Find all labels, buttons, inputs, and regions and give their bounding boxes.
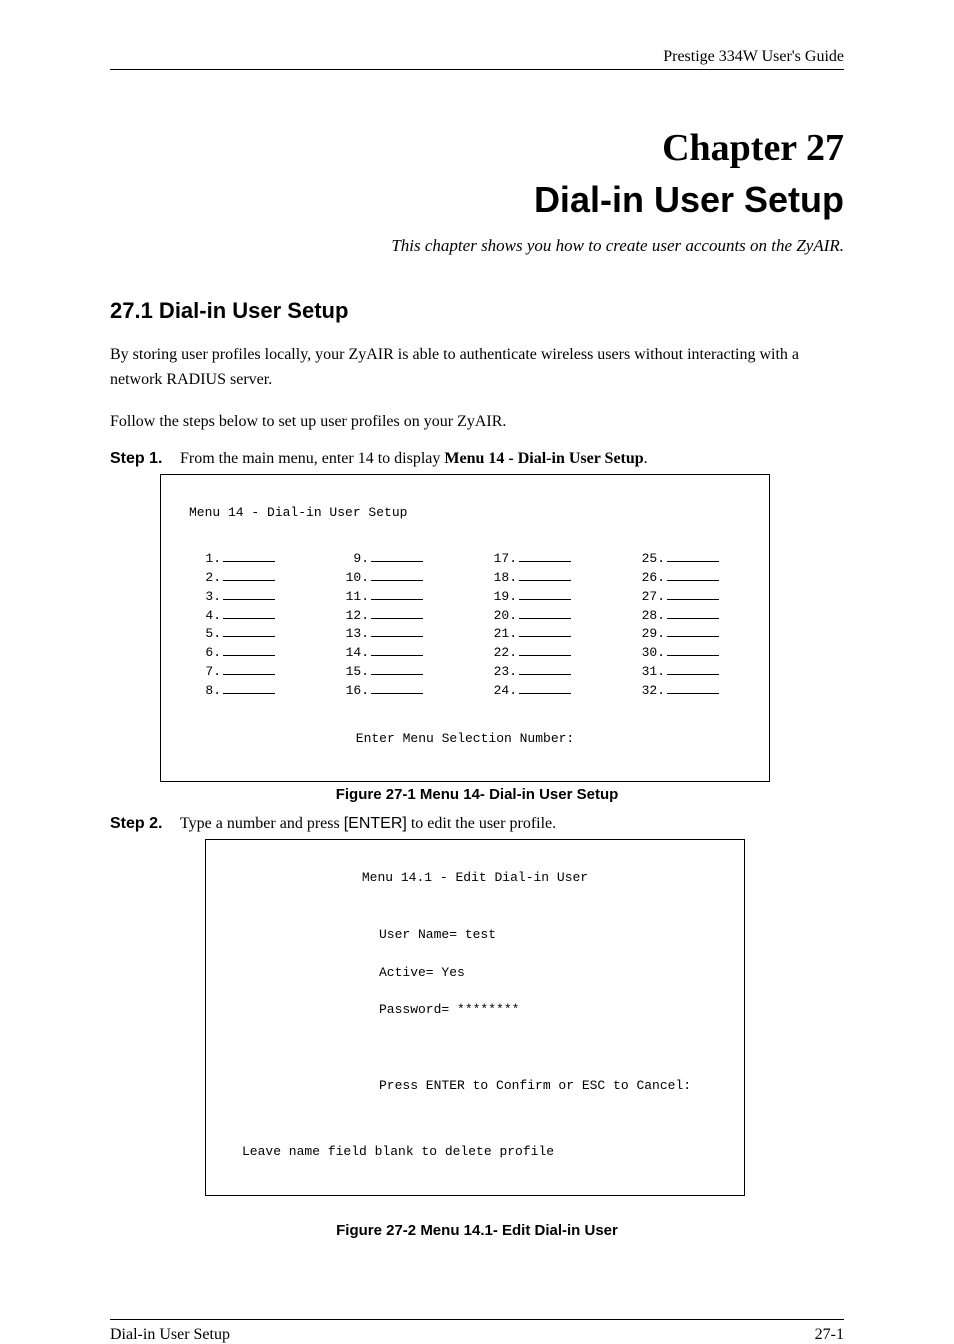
- figure-1-entry: 17.: [493, 550, 571, 569]
- figure-1-entry: 23.: [493, 663, 571, 682]
- step-2-label: Step 2.: [110, 815, 180, 833]
- figure-1-entry: 31.: [641, 663, 719, 682]
- figure-1-entry: 11.: [345, 588, 423, 607]
- step-2-enter: [ENTER]: [344, 815, 407, 832]
- step-1-text: From the main menu, enter 14 to display …: [180, 450, 844, 468]
- chapter-description: This chapter shows you how to create use…: [110, 236, 844, 256]
- step-2-prefix: Type a number and press: [180, 815, 344, 832]
- figure-1-entry: 15.: [345, 663, 423, 682]
- figure-1-entry: 20.: [493, 606, 571, 625]
- figure-2-username-row: User Name= test: [379, 926, 726, 945]
- figure-1-prompt: Enter Menu Selection Number:: [179, 730, 751, 749]
- figure-1-entry: 1.: [197, 550, 275, 569]
- figure-1-entry: 16.: [345, 682, 423, 701]
- figure-1-entry: 4.: [197, 606, 275, 625]
- step-2: Step 2. Type a number and press [ENTER] …: [110, 815, 844, 833]
- header-guide-name: Prestige 334W User's Guide: [110, 48, 844, 69]
- username-label: User Name=: [379, 927, 457, 942]
- footer-left: Dial-in User Setup: [110, 1326, 230, 1344]
- figure-1-entry: 9.: [345, 550, 423, 569]
- step-1-prefix: From the main menu, enter 14 to display: [180, 450, 444, 467]
- figure-1-entry: 28.: [641, 606, 719, 625]
- footer-right: 27-1: [815, 1326, 844, 1344]
- figure-1-entry: 19.: [493, 588, 571, 607]
- figure-1-menu-title: Menu 14 - Dial-in User Setup: [189, 504, 751, 523]
- step-2-text: Type a number and press [ENTER] to edit …: [180, 815, 844, 833]
- password-value: ********: [457, 1002, 519, 1017]
- figure-1-entry: 18.: [493, 569, 571, 588]
- figure-2-password-row: Password= ********: [379, 1001, 726, 1020]
- figure-1-entry: 13.: [345, 625, 423, 644]
- figure-1-box: Menu 14 - Dial-in User Setup 1.2.3.4.5.6…: [160, 474, 770, 782]
- figure-1-column: 1.2.3.4.5.6.7.8.: [197, 550, 275, 701]
- username-value: test: [465, 927, 496, 942]
- figure-1-entry: 29.: [641, 625, 719, 644]
- figure-2-footer-line: Leave name field blank to delete profile: [242, 1143, 726, 1162]
- figure-1-entry: 6.: [197, 644, 275, 663]
- password-label: Password=: [379, 1002, 449, 1017]
- figure-1-column: 17.18.19.20.21.22.23.24.: [493, 550, 571, 701]
- figure-2-active-row: Active= Yes: [379, 964, 726, 983]
- section-heading: 27.1 Dial-in User Setup: [110, 298, 844, 324]
- figure-1-entry: 30.: [641, 644, 719, 663]
- figure-1-column: 9.10.11.12.13.14.15.16.: [345, 550, 423, 701]
- figure-1-entry: 21.: [493, 625, 571, 644]
- figure-1-entry: 10.: [345, 569, 423, 588]
- step-2-suffix: to edit the user profile.: [407, 815, 556, 832]
- figure-1-entry: 8.: [197, 682, 275, 701]
- paragraph-2: Follow the steps below to set up user pr…: [110, 409, 844, 435]
- figure-1-entry: 5.: [197, 625, 275, 644]
- figure-1-entry: 26.: [641, 569, 719, 588]
- figure-1-entry: 14.: [345, 644, 423, 663]
- figure-1-caption: Figure 27-1 Menu 14- Dial-in User Setup: [110, 786, 844, 803]
- figure-2-menu-title: Menu 14.1 - Edit Dial-in User: [224, 869, 726, 888]
- chapter-title: Dial-in User Setup: [110, 177, 844, 222]
- figure-1-entry: 2.: [197, 569, 275, 588]
- chapter-number: Chapter 27: [110, 125, 844, 173]
- figure-1-column: 25.26.27.28.29.30.31.32.: [641, 550, 719, 701]
- figure-1-entry: 22.: [493, 644, 571, 663]
- figure-1-entry: 7.: [197, 663, 275, 682]
- step-1-suffix: .: [644, 450, 648, 467]
- figure-1-entry: 3.: [197, 588, 275, 607]
- figure-1-entry: 24.: [493, 682, 571, 701]
- figure-2-confirm-line: Press ENTER to Confirm or ESC to Cancel:: [379, 1077, 726, 1096]
- paragraph-1: By storing user profiles locally, your Z…: [110, 342, 844, 393]
- active-label: Active=: [379, 965, 434, 980]
- figure-1-entry: 25.: [641, 550, 719, 569]
- figure-1-entry: 32.: [641, 682, 719, 701]
- step-1-bold: Menu 14 - Dial-in User Setup: [444, 450, 643, 467]
- figure-1-entry: 27.: [641, 588, 719, 607]
- figure-2-box: Menu 14.1 - Edit Dial-in User User Name=…: [205, 839, 745, 1195]
- figure-1-entry: 12.: [345, 606, 423, 625]
- figure-2-caption: Figure 27-2 Menu 14.1- Edit Dial-in User: [110, 1222, 844, 1239]
- step-1-label: Step 1.: [110, 450, 180, 468]
- figure-1-columns: 1.2.3.4.5.6.7.8.9.10.11.12.13.14.15.16.1…: [197, 550, 751, 701]
- step-1: Step 1. From the main menu, enter 14 to …: [110, 450, 844, 468]
- active-value: Yes: [441, 965, 464, 980]
